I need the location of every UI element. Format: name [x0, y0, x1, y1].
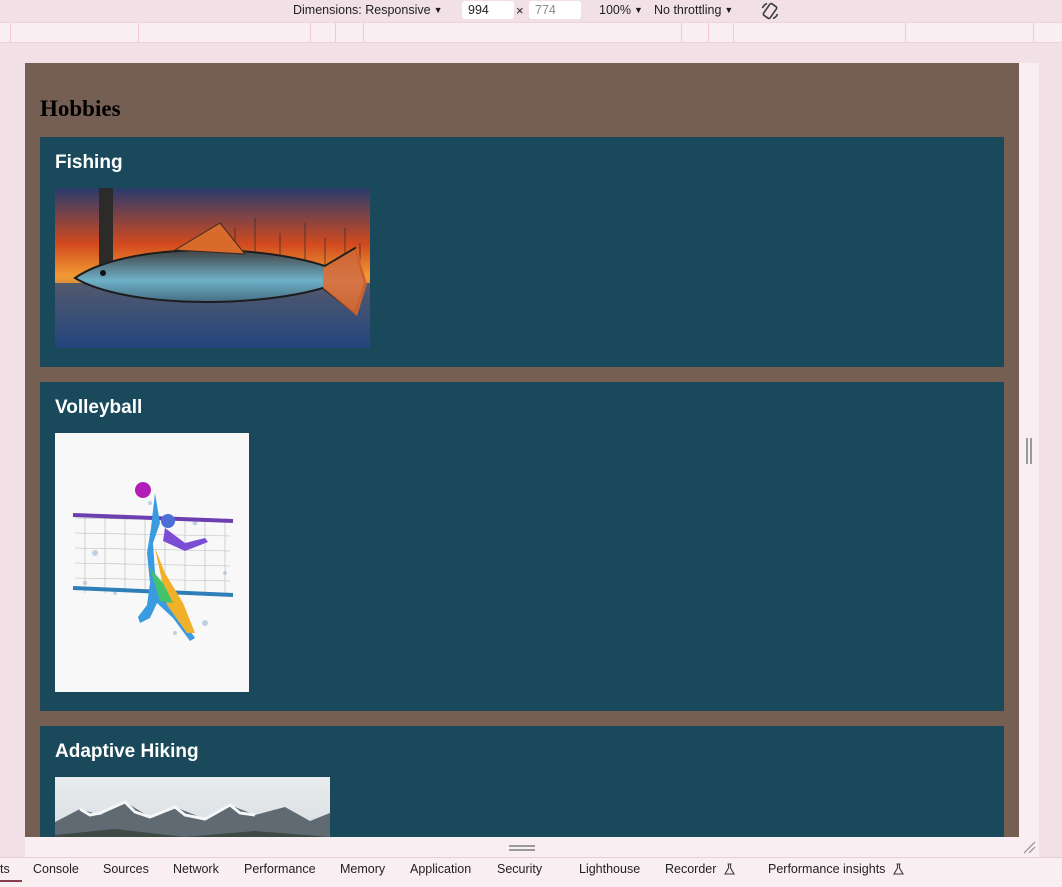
media-query-separator — [708, 23, 709, 42]
caret-down-icon: ▼ — [433, 5, 443, 15]
media-query-separator — [310, 23, 311, 42]
media-query-separator — [363, 23, 364, 42]
tab-label: Recorder — [665, 862, 717, 876]
tab-label: Memory — [340, 862, 386, 876]
resize-handle-bottom[interactable] — [509, 845, 535, 851]
card-title: Volleyball — [55, 397, 143, 418]
emulated-viewport: Hobbies Fishing Volleyball Adaptive Hiki… — [25, 63, 1019, 837]
tab-label: Console — [33, 862, 79, 876]
dimensions-label: Dimensions: Responsive — [293, 3, 431, 17]
rotate-device-icon[interactable] — [760, 1, 780, 21]
media-query-bar[interactable] — [0, 22, 1062, 43]
width-input[interactable]: 994 — [462, 1, 514, 19]
caret-down-icon: ▼ — [724, 5, 734, 15]
tab-label: Sources — [103, 862, 149, 876]
fishing-image — [55, 188, 370, 348]
tab-lighthouse[interactable]: Lighthouse — [579, 861, 640, 877]
page-title: Hobbies — [40, 96, 121, 121]
media-query-separator — [905, 23, 906, 42]
height-placeholder: 774 — [535, 3, 556, 17]
tab-sources[interactable]: Sources — [103, 861, 149, 877]
caret-down-icon: ▼ — [633, 5, 643, 15]
zoom-label: 100% — [599, 3, 631, 17]
media-query-separator — [681, 23, 682, 42]
tab-memory[interactable]: Memory — [340, 861, 385, 877]
card-title: Adaptive Hiking — [55, 741, 199, 762]
active-tab-indicator — [0, 880, 22, 882]
tab-label: Network — [173, 862, 219, 876]
media-query-separator — [10, 23, 11, 42]
hiking-image — [55, 777, 330, 837]
media-query-separator — [335, 23, 336, 42]
hobby-card-adaptive-hiking: Adaptive Hiking — [40, 726, 1004, 837]
tab-label: Performance insights — [768, 862, 886, 876]
tab-performance[interactable]: Performance — [244, 861, 316, 877]
flask-icon — [723, 863, 735, 875]
times-symbol: × — [516, 3, 524, 18]
throttling-label: No throttling — [654, 3, 722, 17]
resize-handle-right[interactable] — [1026, 438, 1032, 464]
tab-label: Lighthouse — [579, 862, 641, 876]
throttling-dropdown[interactable]: No throttling ▼ — [654, 3, 733, 17]
devtools-tab-bar: ts Console Sources Network Performance M… — [0, 857, 1062, 887]
width-value: 994 — [468, 3, 489, 17]
tab-label: Security — [497, 862, 543, 876]
tab-network[interactable]: Network — [173, 861, 219, 877]
tab-recorder[interactable]: Recorder — [665, 861, 735, 877]
tab-label: ts — [0, 862, 10, 876]
media-query-separator — [138, 23, 139, 42]
volleyball-image — [55, 433, 249, 692]
zoom-dropdown[interactable]: 100% ▼ — [599, 3, 643, 17]
flask-icon — [892, 863, 904, 875]
tab-application[interactable]: Application — [410, 861, 471, 877]
resize-corner-icon[interactable] — [1022, 840, 1036, 854]
tab-console[interactable]: Console — [33, 861, 79, 877]
hobby-card-fishing: Fishing — [40, 137, 1004, 367]
height-input[interactable]: 774 — [529, 1, 581, 19]
tab-label: Application — [410, 862, 472, 876]
tab-label: Performance — [244, 862, 316, 876]
tab-security[interactable]: Security — [497, 861, 542, 877]
media-query-separator — [733, 23, 734, 42]
dimensions-dropdown[interactable]: Dimensions: Responsive ▼ — [293, 3, 442, 17]
card-title: Fishing — [55, 152, 123, 173]
tab-elements[interactable]: ts — [0, 861, 10, 877]
device-toolbar: Dimensions: Responsive ▼ 994 × 774 100% ▼ … — [0, 0, 1062, 22]
tab-performance-insights[interactable]: Performance insights — [768, 861, 904, 877]
media-query-separator — [1033, 23, 1034, 42]
hobby-card-volleyball: Volleyball — [40, 382, 1004, 711]
